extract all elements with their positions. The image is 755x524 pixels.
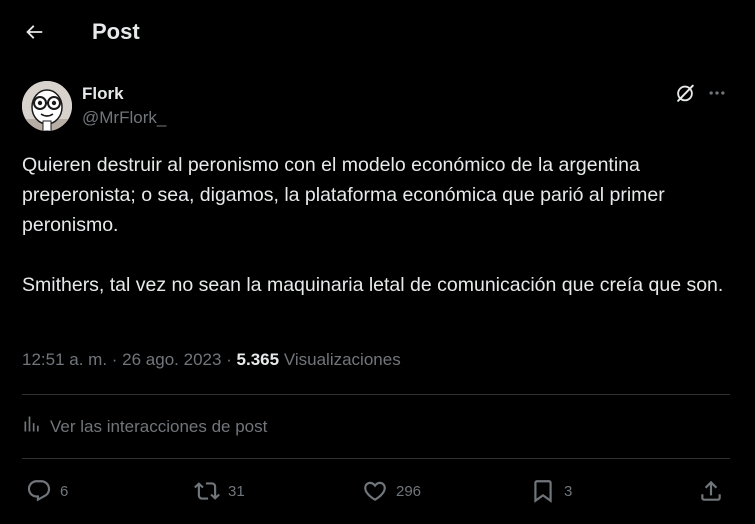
grok-slash-icon <box>674 82 696 109</box>
share-upload-icon <box>698 478 724 504</box>
back-button[interactable] <box>14 14 54 54</box>
share-button[interactable] <box>698 476 724 506</box>
view-interactions-link[interactable]: Ver las interacciones de post <box>22 414 267 439</box>
divider <box>22 458 730 459</box>
page-title: Post <box>92 19 140 44</box>
heart-icon <box>362 478 388 504</box>
bookmark-icon <box>530 478 556 504</box>
author-name[interactable]: Flork <box>82 84 124 104</box>
flork-cartoon-avatar <box>22 81 72 131</box>
grok-button[interactable] <box>672 82 698 108</box>
repost-arrows-icon <box>194 478 220 504</box>
reply-button[interactable]: 6 <box>26 476 68 506</box>
more-options-button[interactable] <box>704 82 730 108</box>
like-button[interactable]: 296 <box>362 476 421 506</box>
post-body: Quieren destruir al peronismo con el mod… <box>22 150 734 300</box>
like-count: 296 <box>396 482 422 500</box>
more-dots-icon <box>707 83 727 108</box>
bookmark-count: 3 <box>564 482 573 500</box>
views-count: 5.365 <box>236 350 280 369</box>
repost-count: 31 <box>228 482 245 500</box>
view-interactions-label: Ver las interacciones de post <box>50 416 268 436</box>
post-paragraph: Smithers, tal vez no sean la maquinaria … <box>22 274 724 296</box>
analytics-bars-icon <box>22 414 42 439</box>
reply-bubble-icon <box>26 478 52 504</box>
top-bar: Post <box>0 0 755 66</box>
repost-button[interactable]: 31 <box>194 476 245 506</box>
post-time: 12:51 a. m. <box>22 350 108 369</box>
arrow-left-icon <box>23 21 45 48</box>
meta-separator: · <box>107 350 123 369</box>
reply-count: 6 <box>60 482 69 500</box>
post-date: 26 ago. 2023 <box>122 350 222 369</box>
views-label: Visualizaciones <box>283 350 401 369</box>
author-handle[interactable]: @MrFlork_ <box>82 108 166 128</box>
post-meta: 12:51 a. m. · 26 ago. 2023 · 5.365 Visua… <box>22 350 401 370</box>
post-paragraph: Quieren destruir al peronismo con el mod… <box>22 154 665 236</box>
divider <box>22 394 730 395</box>
avatar[interactable] <box>22 81 72 131</box>
bookmark-button[interactable]: 3 <box>530 476 572 506</box>
meta-separator: · <box>221 350 237 369</box>
post-time-link[interactable]: 12:51 a. m. · 26 ago. 2023 <box>22 350 221 369</box>
